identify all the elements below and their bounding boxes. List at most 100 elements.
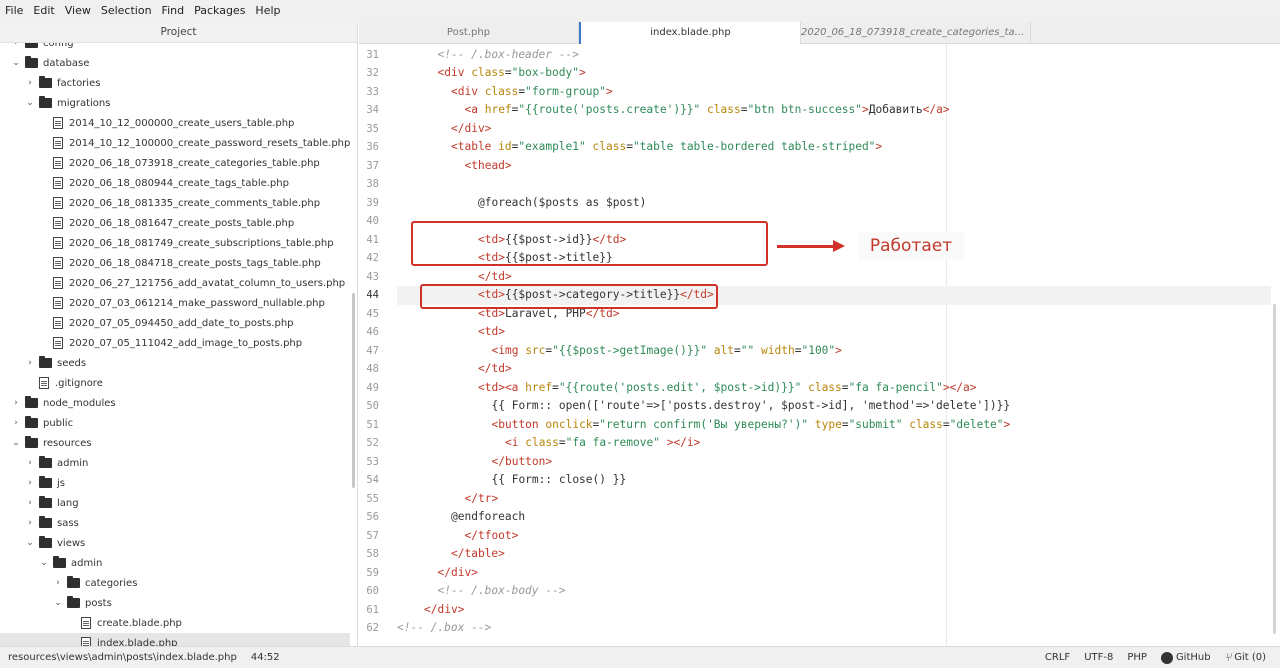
tree-folder[interactable]: ⌄ database bbox=[0, 53, 350, 73]
code-line[interactable]: </tr> bbox=[465, 490, 499, 509]
code-lines[interactable]: <!-- /.box-header --> <div class="box-bod… bbox=[397, 44, 1280, 646]
tree-folder[interactable]: ⌄ resources bbox=[0, 433, 350, 453]
line-number[interactable]: 40 bbox=[359, 212, 379, 231]
chevron-right-icon[interactable]: › bbox=[24, 478, 36, 488]
menu-file[interactable]: File bbox=[0, 0, 28, 22]
line-number[interactable]: 37 bbox=[359, 157, 379, 176]
tab-create-categories-table[interactable]: 2020_06_18_073918_create_categories_tabl… bbox=[801, 22, 1031, 44]
code-line[interactable]: <table id="example1" class="table table-… bbox=[451, 138, 882, 157]
tree-folder[interactable]: › js bbox=[0, 473, 350, 493]
line-number[interactable]: 50 bbox=[359, 397, 379, 416]
chevron-down-icon[interactable]: ⌄ bbox=[52, 598, 64, 608]
editor-scrollbar[interactable] bbox=[1273, 304, 1276, 634]
code-line[interactable]: {{ Form:: open(['route'=>['posts.destroy… bbox=[492, 397, 1011, 416]
chevron-right-icon[interactable]: › bbox=[24, 78, 36, 88]
line-number[interactable]: 49 bbox=[359, 379, 379, 398]
line-number[interactable]: 56 bbox=[359, 508, 379, 527]
chevron-down-icon[interactable]: ⌄ bbox=[10, 58, 22, 68]
status-github[interactable]: GitHub bbox=[1160, 651, 1211, 664]
tab-index-blade-php[interactable]: index.blade.php bbox=[579, 22, 801, 44]
status-encoding[interactable]: UTF-8 bbox=[1084, 652, 1113, 663]
chevron-down-icon[interactable]: ⌄ bbox=[24, 538, 36, 548]
line-number[interactable]: 47 bbox=[359, 342, 379, 361]
tree-folder[interactable]: › factories bbox=[0, 73, 350, 93]
chevron-right-icon[interactable]: › bbox=[24, 358, 36, 368]
menu-packages[interactable]: Packages bbox=[189, 0, 250, 22]
line-number[interactable]: 57 bbox=[359, 527, 379, 546]
menu-view[interactable]: View bbox=[60, 0, 96, 22]
line-number[interactable]: 42 bbox=[359, 249, 379, 268]
tree-file[interactable]: index.blade.php bbox=[0, 633, 350, 646]
status-file-path[interactable]: resources\views\admin\posts\index.blade.… bbox=[8, 652, 237, 663]
line-number[interactable]: 45 bbox=[359, 305, 379, 324]
status-line-ending[interactable]: CRLF bbox=[1045, 652, 1070, 663]
line-number[interactable]: 59 bbox=[359, 564, 379, 583]
code-line[interactable]: <!-- /.box-body --> bbox=[438, 582, 566, 601]
status-git[interactable]: ⑂ Git (0) bbox=[1225, 651, 1266, 664]
chevron-right-icon[interactable]: › bbox=[24, 518, 36, 528]
line-number[interactable]: 61 bbox=[359, 601, 379, 620]
code-line[interactable]: <div class="form-group"> bbox=[451, 83, 613, 102]
line-number[interactable]: 41 bbox=[359, 231, 379, 250]
tree-file[interactable]: 2020_06_18_081647_create_posts_table.php bbox=[0, 213, 350, 233]
menu-help[interactable]: Help bbox=[250, 0, 285, 22]
code-line[interactable]: <div class="box-body"> bbox=[438, 64, 586, 83]
menu-edit[interactable]: Edit bbox=[28, 0, 59, 22]
tree-file[interactable]: 2020_07_05_111042_add_image_to_posts.php bbox=[0, 333, 350, 353]
chevron-right-icon[interactable]: › bbox=[24, 498, 36, 508]
line-number[interactable]: 32 bbox=[359, 64, 379, 83]
line-number[interactable]: 58 bbox=[359, 545, 379, 564]
line-number[interactable]: 38 bbox=[359, 175, 379, 194]
status-grammar[interactable]: PHP bbox=[1127, 652, 1147, 663]
status-cursor-position[interactable]: 44:52 bbox=[251, 652, 280, 663]
chevron-right-icon[interactable]: › bbox=[10, 43, 22, 48]
code-line[interactable]: </div> bbox=[451, 120, 491, 139]
line-number[interactable]: 39 bbox=[359, 194, 379, 213]
tree-folder[interactable]: › sass bbox=[0, 513, 350, 533]
code-line[interactable]: <!-- /.box --> bbox=[397, 619, 491, 638]
tree-folder[interactable]: › seeds bbox=[0, 353, 350, 373]
tree-file[interactable]: 2020_06_18_080944_create_tags_table.php bbox=[0, 173, 350, 193]
code-line[interactable]: <td><a href="{{route('posts.edit', $post… bbox=[478, 379, 977, 398]
code-line[interactable]: <td> bbox=[478, 323, 505, 342]
code-line[interactable]: </div> bbox=[424, 601, 464, 620]
tree-folder[interactable]: ⌄ posts bbox=[0, 593, 350, 613]
tab-post-php[interactable]: Post.php bbox=[359, 22, 579, 44]
tree-file[interactable]: 2020_06_18_081335_create_comments_table.… bbox=[0, 193, 350, 213]
code-line[interactable]: @endforeach bbox=[451, 508, 525, 527]
tree-folder[interactable]: ⌄ views bbox=[0, 533, 350, 553]
tree-file[interactable]: 2020_07_05_094450_add_date_to_posts.php bbox=[0, 313, 350, 333]
code-line[interactable]: </div> bbox=[438, 564, 478, 583]
line-number[interactable]: 46 bbox=[359, 323, 379, 342]
menu-selection[interactable]: Selection bbox=[96, 0, 157, 22]
chevron-right-icon[interactable]: › bbox=[10, 398, 22, 408]
line-number[interactable]: 48 bbox=[359, 360, 379, 379]
code-line[interactable]: <img src="{{$post->getImage()}}" alt="" … bbox=[492, 342, 842, 361]
line-number[interactable]: 52 bbox=[359, 434, 379, 453]
tree-folder[interactable]: › lang bbox=[0, 493, 350, 513]
line-number[interactable]: 54 bbox=[359, 471, 379, 490]
tree-file[interactable]: 2020_06_18_081749_create_subscriptions_t… bbox=[0, 233, 350, 253]
tree-folder[interactable]: ⌄ migrations bbox=[0, 93, 350, 113]
tree-folder[interactable]: ⌄ admin bbox=[0, 553, 350, 573]
chevron-right-icon[interactable]: › bbox=[24, 458, 36, 468]
tree-scrollbar[interactable] bbox=[352, 293, 355, 488]
tree-folder[interactable]: › categories bbox=[0, 573, 350, 593]
code-line[interactable]: <thead> bbox=[465, 157, 512, 176]
tree-file[interactable]: 2020_07_03_061214_make_password_nullable… bbox=[0, 293, 350, 313]
code-line[interactable]: </button> bbox=[492, 453, 553, 472]
code-line[interactable]: <button onclick = "return confirm('Вы увер… bbox=[492, 416, 1011, 435]
line-number[interactable]: 62 bbox=[359, 619, 379, 638]
line-number[interactable]: 33 bbox=[359, 83, 379, 102]
tree-file[interactable]: 2020_06_18_073918_create_categories_tabl… bbox=[0, 153, 350, 173]
chevron-right-icon[interactable]: › bbox=[52, 578, 64, 588]
tree-file[interactable]: 2020_06_27_121756_add_avatat_column_to_u… bbox=[0, 273, 350, 293]
tree-folder[interactable]: › admin bbox=[0, 453, 350, 473]
line-number[interactable]: 31 bbox=[359, 46, 379, 65]
line-number[interactable]: 34 bbox=[359, 101, 379, 120]
code-line[interactable]: <a href="{{route('posts.create')}}" clas… bbox=[465, 101, 950, 120]
code-line[interactable]: </table> bbox=[451, 545, 505, 564]
code-editor[interactable]: 31 32 33 34 35 36 37 38 39 40 41 42 43 44 45 46 47 48 49 50… bbox=[359, 44, 1280, 646]
line-number[interactable]: 55 bbox=[359, 490, 379, 509]
line-number[interactable]: 51 bbox=[359, 416, 379, 435]
